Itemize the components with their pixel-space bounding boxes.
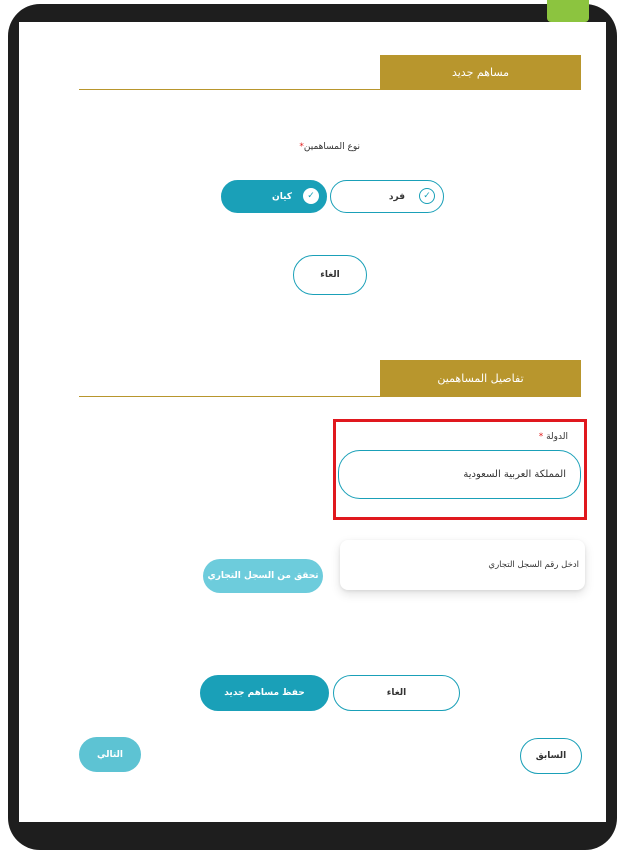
corner-tab	[547, 0, 589, 22]
new-shareholder-title: مساهم جديد	[451, 65, 510, 79]
verify-cr-label: تحقق من السجل التجاري	[207, 571, 319, 581]
cancel-label: الغاء	[386, 688, 407, 698]
cancel-button[interactable]: الغاء	[333, 675, 460, 711]
check-circle-icon: ✓	[419, 188, 435, 204]
shareholder-details-title: تفاصيل المساهمين	[437, 371, 524, 385]
option-individual-label: فرد	[388, 191, 405, 202]
country-label-text: الدولة	[546, 432, 568, 442]
check-circle-icon: ✓	[303, 188, 319, 204]
shareholder-type-label-text: نوع المساهمين	[303, 142, 360, 152]
cancel-type-label: الغاء	[320, 270, 340, 280]
next-button[interactable]: التالي	[79, 737, 141, 772]
screen: مساهم جديد نوع المساهمين* فرد ✓ كيان ✓ ا…	[19, 22, 606, 822]
save-new-shareholder-label: حفظ مساهم جديد	[224, 688, 305, 698]
previous-label: السابق	[535, 751, 567, 761]
cr-card	[340, 540, 585, 590]
shareholder-details-header: تفاصيل المساهمين	[380, 360, 581, 396]
new-shareholder-header: مساهم جديد	[380, 55, 581, 89]
section-divider	[79, 396, 581, 397]
cr-number-input[interactable]	[349, 555, 579, 575]
country-field[interactable]: المملكة العربية السعودية	[338, 450, 581, 499]
save-new-shareholder-button[interactable]: حفظ مساهم جديد	[200, 675, 329, 711]
section-divider	[79, 89, 581, 90]
option-individual[interactable]: فرد ✓	[330, 180, 444, 213]
previous-button[interactable]: السابق	[520, 738, 582, 774]
verify-cr-button[interactable]: تحقق من السجل التجاري	[203, 559, 323, 593]
option-entity[interactable]: كيان ✓	[221, 180, 327, 213]
country-value: المملكة العربية السعودية	[463, 469, 566, 480]
shareholder-type-label: نوع المساهمين*	[299, 142, 360, 152]
next-label: التالي	[97, 749, 124, 760]
required-mark: *	[538, 432, 544, 442]
country-label: الدولة *	[539, 432, 568, 442]
cancel-type-button[interactable]: الغاء	[293, 255, 367, 295]
option-entity-label: كيان	[272, 191, 292, 202]
